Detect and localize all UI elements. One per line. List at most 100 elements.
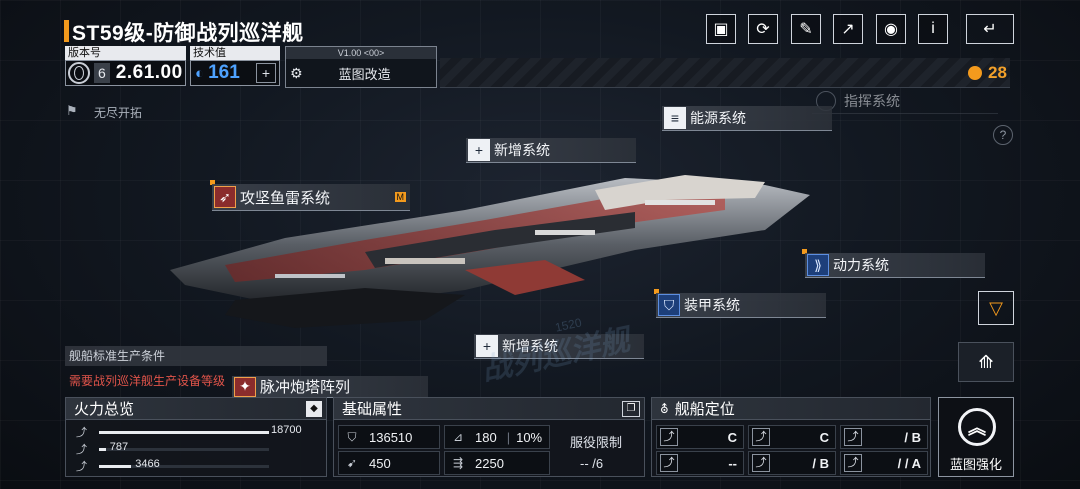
- share-icon[interactable]: ↗: [833, 14, 863, 44]
- title-accent: [64, 20, 69, 42]
- position-grade: / B: [904, 429, 921, 445]
- system-pulse[interactable]: ✦ 脉冲炮塔阵列: [232, 376, 428, 398]
- firepower-value: 787: [109, 441, 129, 453]
- armor-value: 180: [475, 429, 497, 445]
- system-energy-label: 能源系统: [690, 110, 746, 126]
- system-new-1[interactable]: + 新增系统: [466, 138, 636, 163]
- plus-icon: +: [468, 139, 490, 161]
- header-stripe: [440, 58, 1010, 88]
- positioning-title: 舰船定位: [674, 401, 735, 418]
- position-cell: ⤴ C: [748, 425, 836, 449]
- position-grade: C: [727, 429, 737, 445]
- blueprint-enhance-button[interactable]: ︽ 蓝图强化: [938, 397, 1014, 477]
- version-box: 6 2.61.00: [65, 60, 186, 86]
- cargo-value: 2250: [475, 455, 504, 471]
- torpedo-icon: ➶: [214, 186, 236, 208]
- speed-cell: ➹ 450: [338, 451, 440, 475]
- list-icon: ≡: [664, 107, 686, 129]
- position-grade: C: [819, 429, 829, 445]
- firepower-bar: [99, 465, 132, 468]
- defense-icon: ⤴: [752, 454, 770, 472]
- system-power[interactable]: ⟫ 动力系统: [805, 253, 985, 278]
- position-grade: / B: [812, 455, 829, 471]
- system-armor-label: 装甲系统: [684, 297, 740, 313]
- system-armor[interactable]: ⛉ 装甲系统: [656, 293, 826, 318]
- gallery-icon[interactable]: ▣: [706, 14, 736, 44]
- version-label: 版本号: [65, 46, 186, 60]
- enhance-label: 蓝图强化: [949, 457, 1002, 472]
- blueprint-modify-button[interactable]: V1.00 <00> ⚙ 蓝图改造: [285, 46, 437, 88]
- globe-icon: [68, 62, 90, 84]
- position-icon: ⛢: [660, 401, 669, 416]
- expand-icon[interactable]: ❐: [622, 400, 640, 417]
- page-title: ST59级-防御战列巡洋舰: [72, 22, 304, 45]
- torpedo-badge: M: [394, 192, 406, 202]
- shield-icon: ⛉: [658, 294, 680, 316]
- firepower-toggle-icon[interactable]: ◆: [306, 400, 322, 417]
- blueprint-label: 蓝图改造: [338, 67, 391, 82]
- support-icon: ⤴: [844, 428, 862, 446]
- system-energy[interactable]: ≡ 能源系统: [662, 106, 832, 131]
- gear-icon: ⤴: [844, 454, 862, 472]
- paint-icon[interactable]: ✎: [791, 14, 821, 44]
- attributes-panel: 基础属性 ❐ ⛉ 136510 ⊿ 180 | 10% ➹ 450 ⇶ 2250…: [333, 397, 645, 477]
- armor-cell: ⊿ 180 | 10%: [444, 425, 550, 449]
- commander-system[interactable]: 指挥系统: [812, 88, 998, 114]
- cargo-cell: ⇶ 2250: [444, 451, 550, 475]
- firepower-row: ⤴ 787: [66, 441, 326, 457]
- help-button[interactable]: ?: [993, 125, 1013, 145]
- production-title: 舰船标准生产条件: [65, 346, 327, 366]
- gun-icon: ⤴: [76, 427, 87, 439]
- speed-icon: ➹: [346, 456, 358, 470]
- positioning-panel: ⛢ 舰船定位 ⤴ C ⤴ C ⤴ / B ⤴ -- ⤴ / B ⤴ / / A: [651, 397, 931, 477]
- firepower-row: ⤴ 18700: [66, 424, 326, 440]
- position-grade: / / A: [897, 455, 921, 471]
- endless-label[interactable]: 无尽开拓: [94, 104, 142, 121]
- missile-icon: ⤴: [76, 444, 87, 456]
- attributes-title: 基础属性: [342, 401, 403, 418]
- production-warning: 需要战列巡洋舰生产设备等级: [69, 374, 226, 388]
- speed-value: 450: [369, 455, 391, 471]
- divider: |: [506, 429, 511, 445]
- view-icon[interactable]: ◉: [876, 14, 906, 44]
- commander-label: 指挥系统: [844, 92, 900, 109]
- tech-value: 161: [208, 62, 240, 83]
- firepower-bar: [99, 448, 106, 451]
- attributes-header: 基础属性 ❐: [334, 398, 644, 420]
- tech-box: ◐ 161 +: [190, 60, 280, 86]
- system-power-label: 动力系统: [833, 257, 889, 273]
- armor-percent: 10%: [516, 429, 543, 445]
- system-torpedo-label: 攻坚鱼雷系统: [240, 189, 331, 207]
- chevron-up-icon: ︽: [958, 408, 996, 446]
- info-button[interactable]: i: [918, 14, 948, 44]
- system-torpedo[interactable]: ➶ 攻坚鱼雷系统 M: [212, 184, 410, 211]
- firepower-title: 火力总览: [74, 401, 135, 418]
- tech-label: 技术值: [190, 46, 280, 60]
- hp-cell: ⛉ 136510: [338, 425, 440, 449]
- fleet-icon[interactable]: ⟰: [958, 342, 1014, 382]
- version-index: 6: [94, 63, 110, 83]
- cargo-icon: ⇶: [452, 456, 464, 470]
- strike-icon: ⤴: [752, 428, 770, 446]
- back-button[interactable]: ↵: [966, 14, 1014, 44]
- tech-add-button[interactable]: +: [256, 63, 276, 83]
- firepower-value: 3466: [135, 458, 160, 470]
- filter-triangle-icon[interactable]: ▽: [978, 291, 1014, 325]
- refresh-icon[interactable]: ⟳: [748, 14, 778, 44]
- blueprint-icon: ⚙: [290, 65, 303, 81]
- assault-icon: ⤴: [660, 428, 678, 446]
- positioning-header: ⛢ 舰船定位: [652, 398, 930, 420]
- service-value: -- /6: [580, 456, 604, 471]
- turret-icon: ✦: [234, 376, 256, 397]
- system-new-1-label: 新增系统: [494, 142, 550, 158]
- position-cell: ⤴ --: [656, 451, 744, 475]
- version-value: 2.61.00: [115, 62, 183, 83]
- hp-value: 136510: [369, 429, 413, 445]
- firepower-value: 18700: [271, 424, 302, 436]
- service-label: 服役限制: [570, 435, 623, 450]
- currency-icon: [968, 66, 982, 80]
- armor-icon: ⊿: [452, 430, 464, 444]
- firepower-panel: 火力总览 ◆ ⤴ 18700 ⤴ 787 ⤴ 3466: [65, 397, 327, 477]
- position-cell: ⤴ / B: [840, 425, 928, 449]
- engine-icon: ⟫: [807, 254, 829, 276]
